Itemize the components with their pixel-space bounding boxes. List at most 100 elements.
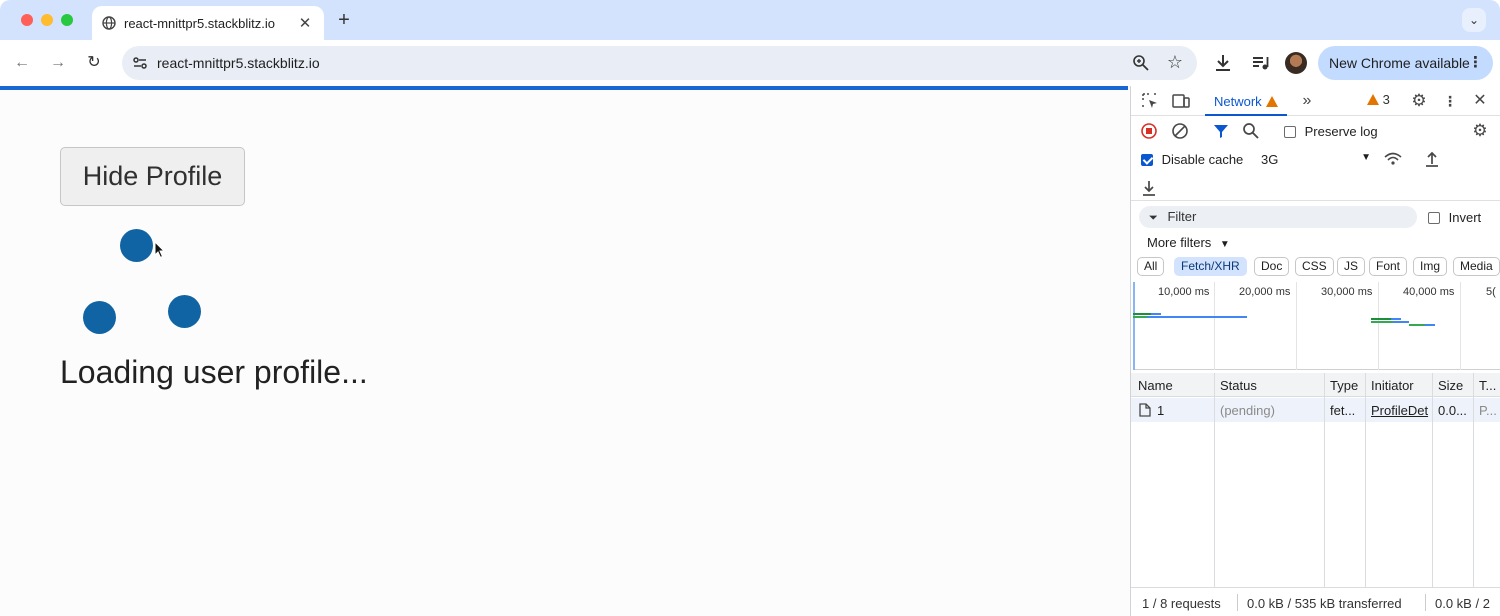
zoom-icon[interactable] xyxy=(1131,53,1151,73)
spinner-dot xyxy=(120,229,153,262)
spinner-dot xyxy=(83,301,116,334)
throttling-value: 3G xyxy=(1261,152,1279,167)
network-toolbar-secondary: Disable cache 3G ▼ xyxy=(1131,146,1500,174)
preserve-log-checkbox[interactable] xyxy=(1284,126,1296,138)
timeline-gridline xyxy=(1460,282,1461,370)
type-filter-img[interactable]: Img xyxy=(1413,257,1448,276)
disable-cache-label: Disable cache xyxy=(1161,152,1244,167)
type-filter-css[interactable]: CSS xyxy=(1295,257,1334,276)
timeline-request-bar xyxy=(1133,316,1147,318)
type-filter-media[interactable]: Media xyxy=(1453,257,1500,276)
timeline-request-bar xyxy=(1409,324,1425,326)
close-devtools-icon[interactable]: ✕ xyxy=(1470,91,1490,111)
type-filter-font[interactable]: Font xyxy=(1369,257,1408,276)
invert-checkbox[interactable] xyxy=(1428,212,1440,224)
timeline-request-bar xyxy=(1425,324,1435,326)
menu-dots-icon: ⋮ xyxy=(1468,54,1483,71)
disable-cache-option[interactable]: Disable cache xyxy=(1141,152,1243,167)
minimize-window-button[interactable] xyxy=(41,14,53,26)
forward-arrow-icon[interactable]: → xyxy=(45,50,71,76)
network-status-bar: 1 / 8 requests 0.0 kB / 535 kB transferr… xyxy=(1131,587,1500,616)
timeline-request-bar xyxy=(1371,318,1391,320)
bookmark-star-icon[interactable]: ☆ xyxy=(1167,52,1183,73)
divider xyxy=(1237,594,1238,611)
column-header-time[interactable]: T... xyxy=(1479,378,1496,393)
resources-summary: 0.0 kB / 2 xyxy=(1435,596,1490,611)
column-divider xyxy=(1365,373,1366,587)
close-window-button[interactable] xyxy=(21,14,33,26)
update-button-label: New Chrome available xyxy=(1329,55,1470,71)
column-header-name[interactable]: Name xyxy=(1138,378,1173,393)
web-page: Hide Profile Loading user profile... xyxy=(0,86,1130,616)
reload-icon[interactable]: ↻ xyxy=(81,50,107,76)
invert-option[interactable]: Invert xyxy=(1428,210,1481,225)
more-tabs-chevron-icon[interactable]: » xyxy=(1297,91,1317,111)
devtools-menu-icon[interactable]: ⋮ xyxy=(1440,91,1460,111)
timeline-gridline xyxy=(1214,282,1215,370)
network-tab-label: Network xyxy=(1214,94,1262,109)
preserve-log-option[interactable]: Preserve log xyxy=(1284,124,1378,139)
timeline-overview[interactable]: 10,000 ms 20,000 ms 30,000 ms 40,000 ms … xyxy=(1133,282,1500,370)
divider xyxy=(1425,594,1426,611)
network-conditions-wifi-icon[interactable] xyxy=(1383,149,1403,169)
import-har-upload-icon[interactable] xyxy=(1422,149,1442,169)
download-icon[interactable] xyxy=(1211,51,1235,75)
new-tab-icon[interactable]: + xyxy=(334,8,354,32)
more-filters-dropdown[interactable]: More filters ▼ xyxy=(1147,235,1230,250)
timeline-request-bar xyxy=(1151,313,1161,315)
filter-input[interactable]: ⏷ Filter xyxy=(1139,206,1417,228)
clear-icon[interactable] xyxy=(1170,121,1190,141)
address-bar[interactable]: react-mnittpr5.stackblitz.io ☆ xyxy=(122,46,1197,80)
inspect-element-icon[interactable] xyxy=(1140,91,1160,111)
issues-counter[interactable]: 3 xyxy=(1367,92,1390,107)
type-filter-all[interactable]: All xyxy=(1137,257,1165,276)
type-filter-fetch-xhr[interactable]: Fetch/XHR xyxy=(1174,257,1247,276)
maximize-window-button[interactable] xyxy=(61,14,73,26)
settings-gear-icon[interactable]: ⚙ xyxy=(1409,91,1429,111)
column-header-initiator[interactable]: Initiator xyxy=(1371,378,1414,393)
dropdown-arrow-icon: ▼ xyxy=(1361,152,1371,163)
type-filter-js[interactable]: JS xyxy=(1337,257,1366,276)
tab-network[interactable]: Network xyxy=(1205,86,1287,116)
request-initiator-link[interactable]: ProfileDet xyxy=(1371,403,1434,418)
throttling-select[interactable]: 3G ▼ xyxy=(1261,152,1371,167)
timeline-request-bar xyxy=(1371,321,1393,323)
issues-count: 3 xyxy=(1382,92,1390,107)
filter-funnel-small-icon: ⏷ xyxy=(1149,212,1158,224)
browser-toolbar: ← → ↻ react-mnittpr5.stackblitz.io ☆ New xyxy=(0,40,1500,86)
network-settings-gear-icon[interactable]: ⚙ xyxy=(1470,121,1490,141)
table-row[interactable]: 1 (pending) fet... ProfileDet 0.0... P..… xyxy=(1131,398,1500,422)
column-header-size[interactable]: Size xyxy=(1438,378,1463,393)
search-icon[interactable] xyxy=(1241,121,1261,141)
timeline-selection-handle[interactable] xyxy=(1133,282,1135,370)
media-control-icon[interactable] xyxy=(1249,51,1273,75)
browser-tab[interactable]: react-mnittpr5.stackblitz.io ✕ xyxy=(92,6,324,40)
hide-profile-button[interactable]: Hide Profile xyxy=(60,147,245,206)
column-header-type[interactable]: Type xyxy=(1330,378,1358,393)
globe-icon xyxy=(102,16,116,30)
dropdown-arrow-icon: ▼ xyxy=(1219,239,1230,250)
invert-label: Invert xyxy=(1448,210,1482,225)
device-toolbar-icon[interactable] xyxy=(1171,91,1191,111)
column-header-status[interactable]: Status xyxy=(1220,378,1257,393)
timeline-label: 5( xyxy=(1486,286,1496,298)
profile-avatar[interactable] xyxy=(1285,52,1307,74)
type-filter-doc[interactable]: Doc xyxy=(1254,257,1290,276)
filter-funnel-icon[interactable] xyxy=(1211,121,1231,141)
request-status: (pending) xyxy=(1220,403,1275,418)
request-time: P... xyxy=(1479,403,1497,418)
new-chrome-available-button[interactable]: New Chrome available ⋮ xyxy=(1318,46,1493,80)
back-arrow-icon[interactable]: ← xyxy=(9,50,35,76)
record-stop-icon[interactable] xyxy=(1139,121,1159,141)
column-divider xyxy=(1214,373,1215,587)
column-divider xyxy=(1324,373,1325,587)
column-divider xyxy=(1432,373,1433,587)
disable-cache-checkbox[interactable] xyxy=(1141,154,1153,166)
export-har-download-icon[interactable] xyxy=(1139,178,1159,198)
close-tab-icon[interactable]: ✕ xyxy=(296,14,314,32)
tab-search-chevron-icon[interactable]: ⌄ xyxy=(1462,8,1486,32)
timeline-request-bar xyxy=(1393,321,1409,323)
column-divider xyxy=(1473,373,1474,587)
loading-message: Loading user profile... xyxy=(60,354,368,390)
site-settings-icon[interactable] xyxy=(130,53,150,73)
